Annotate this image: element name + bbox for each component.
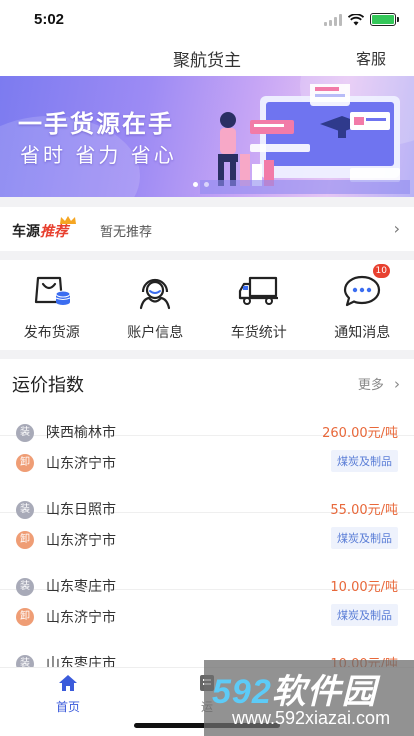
page-title: 聚航货主 xyxy=(173,51,241,71)
promo-banner[interactable]: 一手货源在手 省时 省力 省心 xyxy=(0,76,414,197)
recommend-brand-prefix: 车源 xyxy=(12,224,40,240)
cargo-stats-label: 车货统计 xyxy=(230,325,287,341)
account-info-button[interactable]: 账户信息 xyxy=(104,260,208,350)
watermark-url: www.592xiazai.com xyxy=(232,708,391,728)
cellular-signal-icon xyxy=(324,13,342,26)
wifi-icon xyxy=(348,13,364,25)
route-row[interactable]: 装 山东枣庄市 10.00元/吨 卸 山东济宁市 煤炭及制品 xyxy=(0,513,414,626)
quick-entry-grid: 发布货源 账户信息 车货统计 10 通知消息 xyxy=(0,260,414,350)
home-icon xyxy=(59,675,77,691)
navigation-bar: 聚航货主 客服 xyxy=(0,40,414,76)
customer-service-button[interactable]: 客服 xyxy=(356,48,386,69)
watermark-brand-text: 软件园 xyxy=(271,673,377,711)
banner-headline: 一手货源在手 xyxy=(18,110,174,138)
chat-bubble-icon xyxy=(344,275,381,307)
truck-icon xyxy=(238,276,278,305)
battery-icon xyxy=(370,13,399,26)
notification-label: 通知消息 xyxy=(334,325,391,341)
person-headset-icon xyxy=(140,278,171,310)
banner-illustration-icon xyxy=(200,84,410,194)
status-icons xyxy=(324,13,399,26)
route-row[interactable]: 装 陕西榆林市 260.00元/吨 卸 山东济宁市 煤炭及制品 xyxy=(0,359,414,472)
price-index-section: 运价指数 更多 › 装 陕西榆林市 260.00元/吨 卸 山东济宁市 煤炭及制… xyxy=(0,359,414,667)
publish-cargo-label: 发布货源 xyxy=(23,325,80,341)
publish-cargo-button[interactable]: 发布货源 xyxy=(0,260,104,350)
banner-subline: 省时 省力 省心 xyxy=(20,143,177,167)
vehicle-recommend-bar[interactable]: 车源推荐 暂无推荐 › xyxy=(0,207,414,251)
status-time: 5:02 xyxy=(34,11,65,28)
status-bar: 5:02 xyxy=(0,0,414,40)
route-origin: 山东枣庄市 xyxy=(46,656,116,667)
page-dot-active[interactable] xyxy=(193,182,198,187)
banner-pagination[interactable] xyxy=(193,182,209,187)
watermark-brand: 592软件园 xyxy=(212,664,377,713)
crown-icon xyxy=(60,216,76,224)
load-tag: 装 xyxy=(16,655,34,667)
route-row[interactable]: 装 山东日照市 55.00元/吨 卸 山东济宁市 煤炭及制品 xyxy=(0,436,414,549)
page-dot[interactable] xyxy=(204,182,209,187)
chevron-right-icon: › xyxy=(393,219,400,238)
watermark: 592软件园 www.592xiazai.com xyxy=(204,660,414,736)
cart-coins-icon xyxy=(34,276,71,305)
cargo-stats-button[interactable]: 车货统计 xyxy=(207,260,311,350)
app-root: 5:02 聚航货主 客服 一手货源在手 省时 省力 省心 车源推荐 暂无推荐 ›… xyxy=(0,0,414,736)
tab-home[interactable]: 首页 xyxy=(33,674,103,715)
tab-home-label: 首页 xyxy=(55,700,80,714)
route-row[interactable]: 装 山东枣庄市 10.00元/吨 xyxy=(0,590,414,667)
recommend-brand-highlight: 推荐 xyxy=(40,224,68,240)
account-info-label: 账户信息 xyxy=(127,325,184,341)
recommend-text: 暂无推荐 xyxy=(100,225,153,240)
notification-button[interactable]: 10 通知消息 xyxy=(311,260,414,350)
watermark-brand-num: 592 xyxy=(212,673,272,711)
notification-badge: 10 xyxy=(372,264,390,278)
